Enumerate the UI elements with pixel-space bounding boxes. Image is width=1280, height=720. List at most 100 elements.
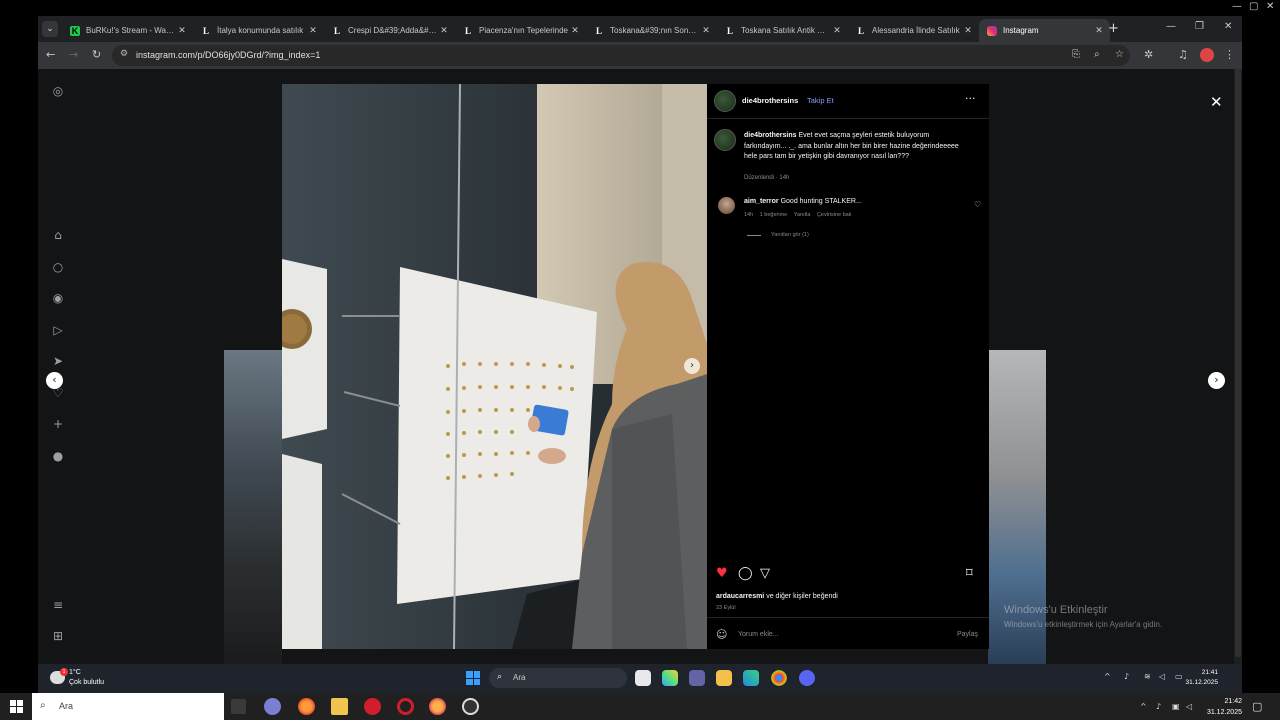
comment-reply-button[interactable]: Yanıtla [794, 212, 811, 218]
install-app-icon[interactable]: ⎘ [1072, 49, 1080, 60]
back-button[interactable]: ← [46, 48, 55, 61]
share-send-icon[interactable]: ▽ [760, 566, 770, 581]
explore-icon[interactable]: ◉ [51, 291, 65, 305]
browser-tab[interactable]: L Toskana Satılık Antik Kale ✕ [717, 19, 848, 42]
home-icon[interactable]: ⌂ [51, 228, 65, 242]
inner-volume-icon[interactable]: ◁ [1159, 672, 1165, 681]
tab-close-icon[interactable]: ✕ [568, 26, 582, 36]
outer-tray-overflow-icon[interactable]: ^ [1140, 702, 1147, 711]
file-explorer-icon[interactable] [716, 670, 732, 686]
inner-start-button[interactable] [466, 671, 480, 685]
page-scrollbar[interactable] [1234, 69, 1242, 664]
new-tab-button[interactable]: + [1108, 21, 1119, 36]
tab-close-icon[interactable]: ✕ [437, 26, 451, 36]
outer-volume-icon[interactable]: ◁ [1186, 702, 1192, 711]
media-controls-icon[interactable]: ♫ [1178, 48, 1188, 61]
more-menu-icon[interactable]: ≡ [51, 598, 65, 612]
inner-clock[interactable]: 21:41 31.12.2025 [1178, 668, 1218, 688]
comment-likes[interactable]: 1 beğenme [760, 212, 788, 218]
comment-username[interactable]: aim_terror [744, 198, 779, 205]
minimize-button[interactable]: — [1166, 21, 1176, 32]
tab-search-button[interactable]: ⌄ [42, 21, 58, 37]
firefox-dev-icon[interactable] [429, 698, 446, 715]
zoom-icon[interactable]: ⌕ [1094, 49, 1100, 60]
outer-clock[interactable]: 21:42 31.12.2025 [1196, 696, 1242, 718]
view-replies-button[interactable]: Yanıtları gör (1) [747, 232, 809, 238]
search-icon[interactable]: ○ [51, 260, 65, 274]
teams-icon[interactable] [689, 670, 705, 686]
discord-icon[interactable] [799, 670, 815, 686]
inner-network-icon[interactable]: ≋ [1144, 672, 1151, 681]
menu-kebab-icon[interactable]: ⋮ [1224, 48, 1235, 61]
modal-close-icon[interactable]: ✕ [1210, 93, 1223, 111]
follow-button[interactable]: Takip Et [807, 96, 834, 105]
browser-tab[interactable]: L Alessandria İlinde Satılık ✕ [848, 19, 979, 42]
browser-tab[interactable]: K BuRKu!'s Stream - Watch ✕ [62, 19, 193, 42]
os-minimize-button[interactable]: — [1232, 1, 1242, 12]
outer-search-box[interactable]: ⌕ Ara [32, 693, 224, 720]
outer-mic-icon[interactable]: ♪ [1156, 702, 1161, 711]
address-bar[interactable]: ⚙ instagram.com/p/DO66jy0DGrd/?img_index… [112, 45, 1130, 66]
meta-apps-icon[interactable]: ⊞ [51, 629, 65, 643]
post-author-username[interactable]: die4brothersins [742, 96, 798, 105]
comment-input[interactable]: Yorum ekle... [738, 631, 779, 638]
copilot-icon[interactable] [662, 670, 678, 686]
chrome-icon[interactable] [771, 670, 787, 686]
save-bookmark-icon[interactable]: ⌑ [966, 566, 973, 581]
messages-icon[interactable]: ➤ [51, 354, 65, 368]
post-comment-button[interactable]: Paylaş [957, 631, 978, 638]
instagram-logo-icon[interactable]: ◎ [51, 84, 65, 98]
bookmark-star-icon[interactable]: ☆ [1115, 49, 1124, 60]
browser-tab[interactable]: L Piacenza'nın Tepelerinde ✕ [455, 19, 586, 42]
caption-username[interactable]: die4brothersins [744, 132, 797, 139]
browser-tab[interactable]: L Toskana&#39;nın Sonsuz ✕ [586, 19, 717, 42]
start-button[interactable] [10, 700, 23, 713]
folder-icon[interactable] [331, 698, 348, 715]
liked-by-user[interactable]: ardaucarresmi [716, 593, 764, 600]
like-heart-icon[interactable]: ♥ [716, 566, 728, 581]
create-plus-icon[interactable]: + [51, 417, 65, 431]
inner-mic-icon[interactable]: ♪ [1124, 672, 1129, 681]
os-close-button[interactable]: ✕ [1266, 1, 1274, 12]
post-author-avatar[interactable] [714, 90, 736, 112]
forward-button[interactable]: → [69, 48, 78, 61]
profile-icon[interactable]: ● [51, 449, 65, 463]
remote-viewer-app-icon[interactable] [264, 698, 281, 715]
tab-close-icon[interactable]: ✕ [699, 26, 713, 36]
next-post-button[interactable]: › [1208, 372, 1225, 389]
opera-icon[interactable] [364, 698, 381, 715]
os-maximize-button[interactable]: ▢ [1249, 1, 1258, 12]
emoji-picker-icon[interactable]: ☺ [716, 628, 727, 641]
browser-tab[interactable]: Instagram ✕ [979, 19, 1110, 42]
steam-icon[interactable] [462, 698, 479, 715]
reels-icon[interactable]: ▷ [51, 323, 65, 337]
firefox-icon[interactable] [298, 698, 315, 715]
comment-like-heart-icon[interactable]: ♡ [974, 200, 981, 209]
tab-close-icon[interactable]: ✕ [1092, 26, 1106, 36]
previous-post-button[interactable]: ‹ [46, 372, 63, 389]
caption-author-avatar[interactable] [714, 129, 736, 151]
comment-bubble-icon[interactable]: ◯ [738, 566, 753, 581]
inner-tray-overflow-icon[interactable]: ^ [1104, 672, 1111, 681]
liked-by[interactable]: ardaucarresmi ve diğer kişiler beğendi [716, 593, 838, 600]
scrollbar-thumb[interactable] [1235, 69, 1241, 657]
tab-close-icon[interactable]: ✕ [175, 26, 189, 36]
inner-search-box[interactable]: ⌕ Ara [489, 668, 627, 688]
browser-tab[interactable]: L Crespi D&#39;Adda&#39; ✕ [324, 19, 455, 42]
photo-next-image-button[interactable]: › [684, 358, 700, 374]
task-view-icon[interactable] [635, 670, 651, 686]
notification-center-icon[interactable]: ▢ [1252, 700, 1262, 713]
tab-close-icon[interactable]: ✕ [830, 26, 844, 36]
more-options-icon[interactable]: ··· [965, 92, 976, 105]
post-photo[interactable] [282, 84, 707, 649]
browser-tab[interactable]: L İtalya konumunda satılık ✕ [193, 19, 324, 42]
opera-gx-icon[interactable] [397, 698, 414, 715]
profile-avatar[interactable] [1200, 48, 1214, 62]
maximize-button[interactable]: ❐ [1195, 21, 1204, 32]
comment-translate-button[interactable]: Çevirisine bak [817, 212, 852, 218]
tab-close-icon[interactable]: ✕ [306, 26, 320, 36]
task-view-icon[interactable] [231, 699, 246, 714]
site-info-icon[interactable]: ⚙ [120, 49, 128, 59]
reload-button[interactable]: ↻ [92, 48, 101, 61]
close-button[interactable]: ✕ [1224, 21, 1232, 32]
